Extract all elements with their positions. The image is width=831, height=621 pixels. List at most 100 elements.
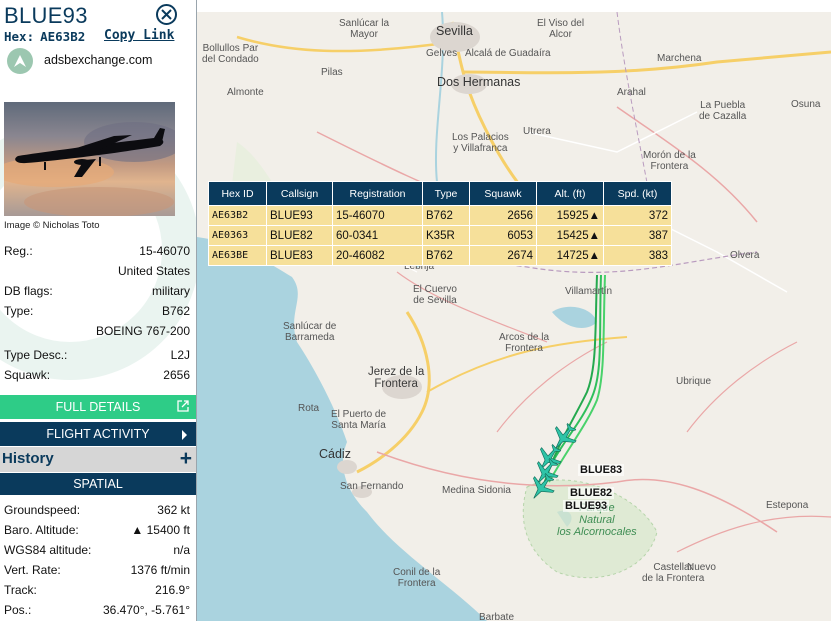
table-header[interactable]: Registration [332,181,423,206]
copy-link-button[interactable]: Copy Link [104,28,174,43]
table-cell: 14725▲ [536,245,604,266]
table-cell: 383 [603,245,672,266]
aircraft-label-blue83[interactable]: BLUE83 [578,464,625,476]
map-label-arcos: Arcos de la Frontera [499,332,550,354]
map-label-alcala: Alcalá de Guadaíra [465,48,551,59]
hex-label: Hex: [4,29,35,44]
map-label-jerez: Jerez de la Frontera [368,366,425,390]
map-label-nuevo: Nuevo [687,562,716,573]
aircraft-label-blue93[interactable]: BLUE93 [563,500,610,512]
detail-label: Type: [4,304,34,318]
history-heading: History [2,450,54,467]
table-cell: AE63BE [208,245,267,266]
detail-row: BOEING 767-200 [4,324,190,342]
detail-value: United States [117,264,190,278]
aircraft-label-blue82[interactable]: BLUE82 [568,487,615,499]
table-cell: BLUE83 [266,245,333,266]
detail-value: L2J [170,348,190,362]
table-cell: 2674 [469,245,537,266]
table-cell: 15-46070 [332,205,423,226]
spatial-row: Baro. Altitude: ▲ 15400 ft [4,523,190,541]
spatial-value: 1376 ft/min [130,563,190,577]
table-cell: 15925▲ [536,205,604,226]
adsbexchange-logo-icon [7,48,33,74]
map-label-el-viso: El Viso del Alcor [537,18,585,40]
hex-id: Hex: AE63B2 [4,29,85,44]
table-header[interactable]: Callsign [266,181,333,206]
table-cell: AE63B2 [208,205,267,226]
aircraft-photo [4,102,175,216]
map-label-el-cuervo: El Cuervo de Sevilla [413,284,457,306]
table-row[interactable]: AE63B2 BLUE93 15-46070 B762 2656 15925▲ 372 [208,205,672,226]
table-cell: B762 [422,245,470,266]
detail-label: Type Desc.: [4,348,68,362]
spatial-value: ▲ 15400 ft [131,523,190,537]
map-view[interactable]: Sanlúcar la Mayor Sevilla El Viso del Al… [197,12,831,621]
table-header[interactable]: Spd. (kt) [603,181,672,206]
map-label-barbate: Barbate [479,612,515,621]
spatial-row: Vert. Rate: 1376 ft/min [4,563,190,581]
map-label-arahal: Arahal [617,87,646,98]
table-row[interactable]: AE63BE BLUE83 20-46082 B762 2674 14725▲ 383 [208,245,672,266]
spatial-label: Groundspeed: [4,503,81,517]
detail-row: Type: B762 [4,304,190,322]
table-header[interactable]: Squawk [469,181,537,206]
detail-row: Squawk: 2656 [4,368,190,386]
photo-credit: Image © Nicholas Toto [4,220,100,231]
map-label-dos-hermanas: Dos Hermanas [437,75,521,89]
table-cell: 387 [603,225,672,246]
map-label-sevilla: Sevilla [436,24,473,38]
detail-value: BOEING 767-200 [95,324,190,338]
detail-value: military [152,284,190,298]
flight-activity-label: FLIGHT ACTIVITY [46,427,150,441]
history-section-toggle[interactable]: History + [0,447,196,472]
table-header[interactable]: Alt. (ft) [536,181,604,206]
detail-row: United States [4,264,190,282]
map-label-cadiz: Cádiz [319,447,351,461]
aircraft-info-panel: BLUE93 Hex: AE63B2 Copy Link adsbexchange… [0,0,197,621]
plus-icon[interactable]: + [180,447,192,471]
spatial-value: 362 kt [157,503,190,517]
table-row[interactable]: AE0363 BLUE82 60-0341 K35R 6053 15425▲ 387 [208,225,672,246]
map-label-utrera: Utrera [523,126,551,137]
table-cell: 20-46082 [332,245,423,266]
table-cell: K35R [422,225,470,246]
full-details-button[interactable]: FULL DETAILS [0,395,196,419]
map-label-pilas: Pilas [321,67,343,78]
detail-value: 2656 [163,368,190,382]
map-label-sanlucar-mayor: Sanlúcar la Mayor [339,18,390,40]
map-label-medina-sidonia: Medina Sidonia [442,485,511,496]
spatial-value: n/a [173,543,190,557]
table-cell: 15425▲ [536,225,604,246]
external-link-icon [177,400,189,412]
spatial-row: Track: 216.9° [4,583,190,601]
table-cell: 372 [603,205,672,226]
spatial-row: Pos.: 36.470°, -5.761° [4,603,190,621]
adsbexchange-link[interactable]: adsbexchange.com [44,53,152,67]
map-label-almonte: Almonte [227,87,264,98]
spatial-value: 36.470°, -5.761° [103,603,190,617]
map-label-marchena: Marchena [657,53,702,64]
table-cell: 6053 [469,225,537,246]
table-header[interactable]: Type [422,181,470,206]
table-header[interactable]: Hex ID [208,181,267,206]
detail-row: Type Desc.: L2J [4,348,190,366]
table-cell: B762 [422,205,470,226]
table-cell: BLUE82 [266,225,333,246]
hex-value: AE63B2 [40,29,86,44]
spatial-row: Groundspeed: 362 kt [4,503,190,521]
spatial-label: WGS84 altitude: [4,543,92,557]
spatial-label: Vert. Rate: [4,563,61,577]
table-cell: BLUE93 [266,205,333,226]
flight-activity-button[interactable]: FLIGHT ACTIVITY [0,422,196,446]
spatial-value: 216.9° [155,583,190,597]
detail-value: B762 [161,304,190,318]
close-icon[interactable] [156,4,177,25]
map-label-bollullos: Bollullos Par del Condado [202,43,259,65]
table-cell: AE0363 [208,225,267,246]
detail-label: DB flags: [4,284,53,298]
table-cell: 60-0341 [332,225,423,246]
spatial-row: WGS84 altitude: n/a [4,543,190,561]
spatial-label: Track: [4,583,37,597]
full-details-label: FULL DETAILS [55,400,141,414]
